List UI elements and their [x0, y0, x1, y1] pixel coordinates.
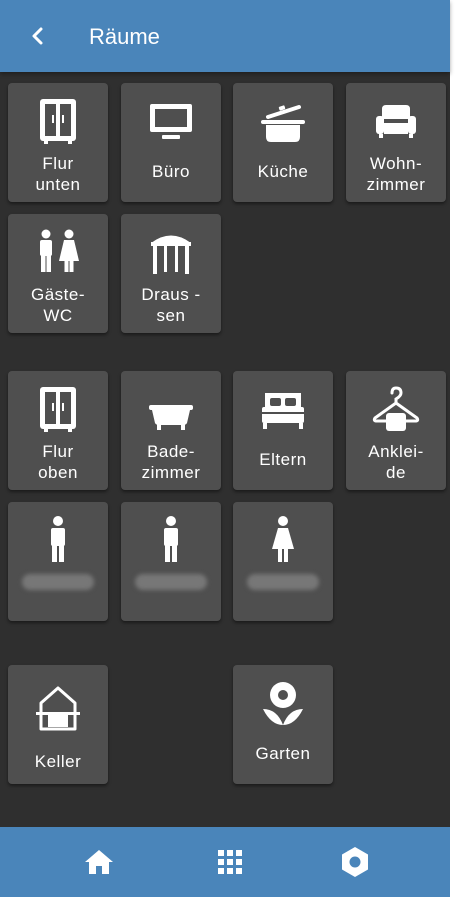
- tile-label: Wohn- zimmer: [366, 154, 426, 194]
- tile-label: Eltern: [259, 450, 307, 469]
- tile-label: Büro: [152, 162, 190, 181]
- room-tile-badezimmer[interactable]: Bade- zimmer: [121, 371, 221, 490]
- app-window: Räume Flur unten Büro Küche Wohn- zimmer…: [0, 0, 450, 897]
- tile-label: Keller: [34, 752, 82, 771]
- redacted-name: [22, 574, 94, 590]
- room-tile-person-2[interactable]: [121, 502, 221, 621]
- tile-label: Bade- zimmer: [141, 442, 201, 482]
- tile-label: Flur oben: [38, 442, 78, 482]
- cellar-icon: [36, 686, 80, 731]
- back-button[interactable]: [20, 18, 56, 54]
- room-tile-buero[interactable]: Büro: [121, 83, 221, 202]
- room-tile-draussen[interactable]: Draus - sen: [121, 214, 221, 333]
- room-tile-wohnzimmer[interactable]: Wohn- zimmer: [346, 83, 446, 202]
- room-tile-flur-oben[interactable]: Flur oben: [8, 371, 108, 490]
- room-tile-person-3[interactable]: [233, 502, 333, 621]
- redacted-name: [247, 574, 319, 590]
- grid-icon: [218, 850, 242, 874]
- room-tile-ankleide[interactable]: Anklei- de: [346, 371, 446, 490]
- redacted-name: [135, 574, 207, 590]
- tv-icon: [150, 104, 192, 139]
- cooking-pot-icon: [261, 105, 305, 142]
- nav-settings-button[interactable]: [337, 844, 373, 880]
- settings-icon: [342, 847, 368, 877]
- tile-label: Flur unten: [35, 154, 81, 194]
- wardrobe-icon: [40, 99, 76, 144]
- tile-label: Garten: [255, 744, 311, 763]
- chevron-left-icon: [32, 27, 43, 45]
- top-app-bar: Räume: [0, 0, 450, 72]
- hanger-icon: [372, 386, 420, 431]
- people-icon: [40, 229, 79, 272]
- person-male-icon: [164, 516, 178, 562]
- bathtub-icon: [149, 405, 193, 430]
- gazebo-icon: [151, 235, 191, 274]
- room-tile-person-1[interactable]: [8, 502, 108, 621]
- bottom-navigation: [0, 827, 450, 897]
- room-tile-garten[interactable]: Garten: [233, 665, 333, 784]
- room-tile-gaeste-wc[interactable]: Gäste- WC: [8, 214, 108, 333]
- home-icon: [85, 850, 113, 874]
- person-female-icon: [272, 516, 294, 562]
- flower-icon: [263, 682, 303, 725]
- tile-label: Gäste- WC: [30, 285, 86, 325]
- room-tile-kueche[interactable]: Küche: [233, 83, 333, 202]
- bed-icon: [262, 393, 304, 429]
- room-tile-keller[interactable]: Keller: [8, 665, 108, 784]
- tile-label: Küche: [257, 162, 309, 181]
- page-title: Räume: [89, 24, 160, 49]
- room-tile-eltern[interactable]: Eltern: [233, 371, 333, 490]
- person-male-icon: [51, 516, 65, 562]
- room-tile-flur-unten[interactable]: Flur unten: [8, 83, 108, 202]
- sofa-icon: [376, 105, 416, 138]
- nav-home-button[interactable]: [81, 844, 117, 880]
- nav-rooms-button[interactable]: [212, 844, 248, 880]
- wardrobe-icon: [40, 387, 76, 432]
- tile-label: Anklei- de: [368, 442, 424, 482]
- tile-label: Draus - sen: [141, 285, 201, 325]
